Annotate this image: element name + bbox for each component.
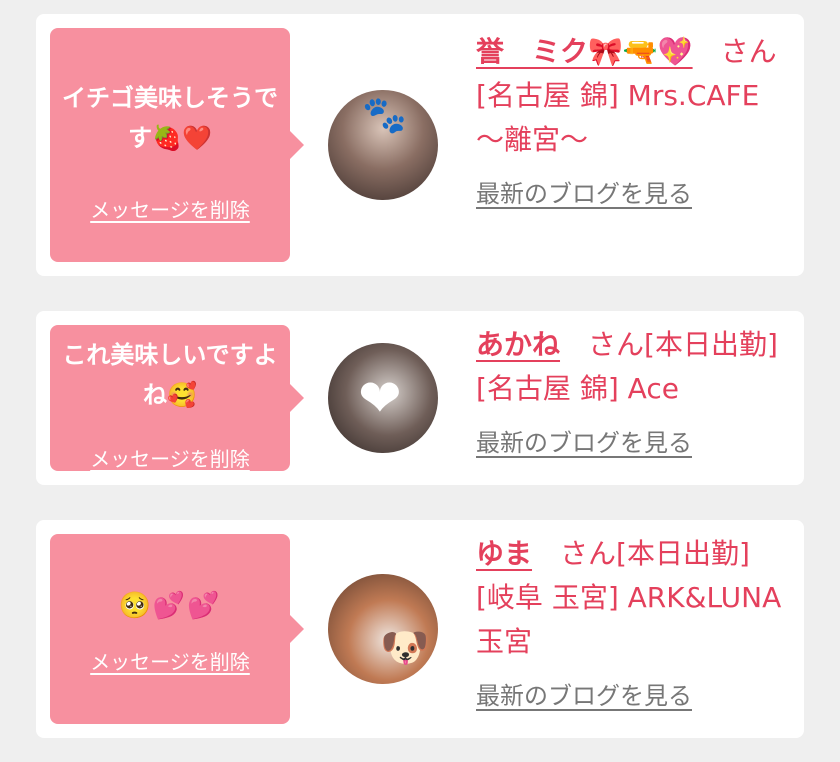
girl-avatar[interactable]: 🐾 [328,90,438,200]
message-card: これ美味しいですよね🥰 メッセージを削除 ❤ あかね さん[本日出勤] [名古屋… [36,311,804,485]
status-text: [本日出勤] [616,537,750,570]
girl-info: あかね さん[本日出勤] [名古屋 錦] Ace 最新のブログを見る [476,323,786,465]
avatar-sticker-icon: 🐾 [362,95,407,136]
girl-avatar[interactable]: ❤ [328,343,438,453]
latest-blog-link[interactable]: 最新のブログを見る [476,674,692,718]
message-bubble: 🥺💕💕 メッセージを削除 [50,534,304,724]
girl-info: ゆま さん[本日出勤] [岐阜 玉宮] ARK&LUNA 玉宮 最新のブログを見… [476,532,786,718]
honorific: さん [692,35,777,68]
message-text: これ美味しいですよね🥰 [62,341,278,409]
status-text: [本日出勤] [644,328,778,361]
honorific: さん [560,328,645,361]
latest-blog-link[interactable]: 最新のブログを見る [476,421,692,465]
girl-info: 誉 ミク🎀🔫💖 さん [名古屋 錦] Mrs.CAFE～離宮～ 最新のブログを見… [476,30,786,216]
shop-name: Ace [627,372,679,405]
girl-name-link[interactable]: 誉 ミク🎀🔫💖 [476,35,693,68]
area-text: [名古屋 錦] [476,79,619,112]
message-text: イチゴ美味しそうです🍓❤️ [62,84,278,152]
message-list-page: イチゴ美味しそうです🍓❤️ メッセージを削除 🐾 誉 ミク🎀🔫💖 さん [名古屋… [0,0,840,762]
girl-avatar[interactable]: 🐶 [328,574,438,684]
girl-name-link[interactable]: ゆま [476,537,532,570]
delete-message-link[interactable]: メッセージを削除 [50,443,290,472]
latest-blog-link[interactable]: 最新のブログを見る [476,172,692,216]
message-bubble: これ美味しいですよね🥰 メッセージを削除 [50,325,304,472]
heart-sticker-icon: ❤ [358,369,402,429]
message-card: イチゴ美味しそうです🍓❤️ メッセージを削除 🐾 誉 ミク🎀🔫💖 さん [名古屋… [36,14,804,276]
message-bubble: イチゴ美味しそうです🍓❤️ メッセージを削除 [50,28,304,262]
honorific: さん [532,537,617,570]
message-card: 🥺💕💕 メッセージを削除 🐶 ゆま さん[本日出勤] [岐阜 玉宮] ARK&L… [36,520,804,738]
dog-sticker-icon: 🐶 [380,625,430,671]
area-text: [岐阜 玉宮] [476,581,619,614]
delete-message-link[interactable]: メッセージを削除 [50,646,290,675]
girl-name-link[interactable]: あかね [476,328,560,361]
delete-message-link[interactable]: メッセージを削除 [50,194,290,223]
message-text: 🥺💕💕 [118,591,222,621]
area-text: [名古屋 錦] [476,372,619,405]
